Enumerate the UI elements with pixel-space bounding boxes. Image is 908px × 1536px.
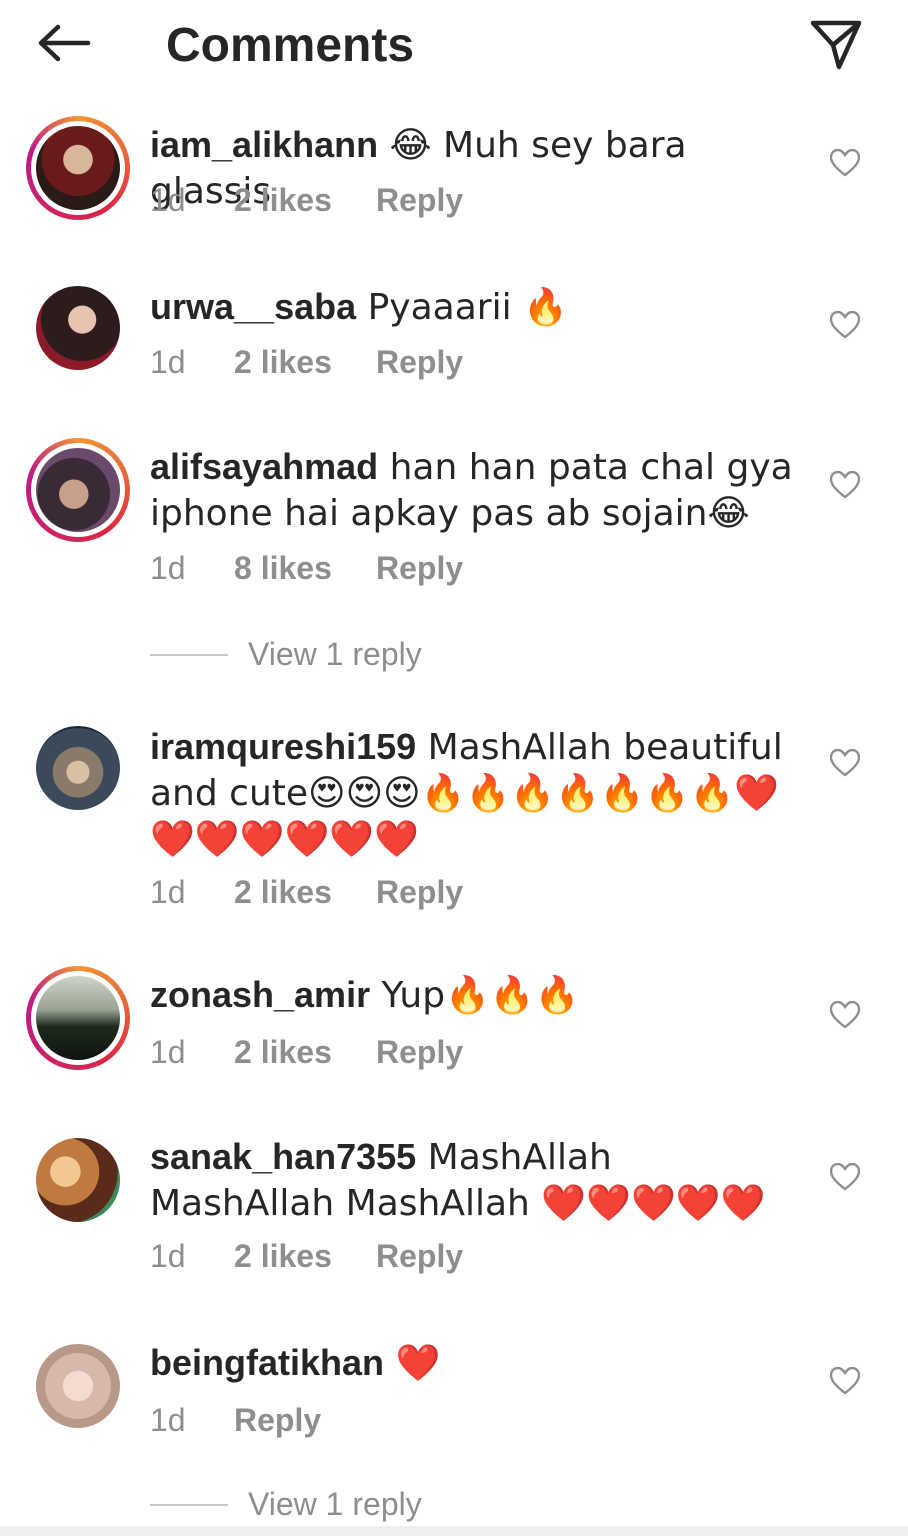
comment-time: 1d — [150, 1034, 186, 1070]
heart-outline-icon — [830, 1367, 860, 1395]
comment-username[interactable]: zonash_amir — [150, 974, 370, 1015]
comment-likes[interactable]: 8 likes — [234, 550, 376, 587]
comment-text: sanak_han7355 MashAllah MashAllah MashAl… — [150, 1134, 800, 1226]
view-replies-label: View 1 reply — [248, 636, 422, 672]
comment-time: 1d — [150, 1238, 186, 1274]
divider-line — [150, 1503, 228, 1506]
arrow-left-icon — [38, 24, 91, 62]
comment-text: beingfatikhan ❤️ — [150, 1340, 800, 1386]
heart-outline-icon — [830, 471, 860, 499]
comment-likes[interactable]: 2 likes — [234, 874, 376, 911]
like-button[interactable] — [826, 1158, 864, 1196]
avatar[interactable] — [36, 726, 120, 810]
comment-meta: 1d 2 likes Reply — [150, 874, 463, 911]
comment-time: 1d — [150, 344, 186, 380]
view-replies-button[interactable]: View 1 reply — [150, 636, 422, 673]
comment-meta: 1d 2 likes Reply — [150, 1238, 463, 1275]
comment-username[interactable]: alifsayahmad — [150, 446, 378, 487]
heart-outline-icon — [830, 1163, 860, 1191]
avatar[interactable] — [26, 966, 130, 1070]
reply-button[interactable]: Reply — [376, 550, 463, 587]
comment-meta: 1d 2 likes Reply — [150, 344, 463, 381]
comment-time: 1d — [150, 1402, 186, 1438]
bottom-edge — [0, 1526, 908, 1536]
like-button[interactable] — [826, 306, 864, 344]
comment-meta: 1d 2 likes Reply — [150, 1034, 463, 1071]
comment-username[interactable]: beingfatikhan — [150, 1342, 384, 1383]
comment-message: Yup🔥🔥🔥 — [370, 975, 580, 1016]
comment-text: iramqureshi159 MashAllah beautiful and c… — [150, 724, 800, 862]
reply-button[interactable]: Reply — [376, 1238, 463, 1275]
comment-username[interactable]: sanak_han7355 — [150, 1136, 416, 1177]
comment-text: zonash_amir Yup🔥🔥🔥 — [150, 972, 800, 1018]
comment-text: alifsayahmad han han pata chal gya iphon… — [150, 444, 800, 536]
like-button[interactable] — [826, 996, 864, 1034]
comment-message: Pyaaarii 🔥 — [356, 287, 568, 328]
comment-message: ❤️ — [384, 1343, 441, 1384]
share-button[interactable] — [806, 14, 866, 74]
comment-time: 1d — [150, 550, 186, 586]
comment-username[interactable]: urwa__saba — [150, 286, 356, 327]
avatar[interactable] — [36, 286, 120, 370]
comment-meta: 1d Reply — [150, 1402, 321, 1439]
heart-outline-icon — [830, 1001, 860, 1029]
reply-button[interactable]: Reply — [376, 182, 463, 219]
view-replies-button[interactable]: View 1 reply — [150, 1486, 422, 1523]
avatar[interactable] — [36, 1138, 120, 1222]
app-header: Comments — [0, 0, 908, 96]
comment-likes[interactable]: 2 likes — [234, 182, 376, 219]
comment-text: urwa__saba Pyaaarii 🔥 — [150, 284, 800, 330]
comment-meta: 1d 8 likes Reply — [150, 550, 463, 587]
like-button[interactable] — [826, 744, 864, 782]
back-button[interactable] — [34, 18, 94, 68]
view-replies-label: View 1 reply — [248, 1486, 422, 1522]
comment-username[interactable]: iramqureshi159 — [150, 726, 416, 767]
comment-username[interactable]: iam_alikhann — [150, 124, 378, 165]
comment-time: 1d — [150, 874, 186, 910]
reply-button[interactable]: Reply — [376, 1034, 463, 1071]
page-title: Comments — [166, 19, 415, 72]
avatar[interactable] — [26, 116, 130, 220]
like-button[interactable] — [826, 144, 864, 182]
reply-button[interactable]: Reply — [234, 1402, 321, 1439]
comment-likes[interactable]: 2 likes — [234, 1238, 376, 1275]
comment-time: 1d — [150, 182, 186, 218]
comment-likes[interactable]: 2 likes — [234, 344, 376, 381]
avatar[interactable] — [26, 438, 130, 542]
like-button[interactable] — [826, 466, 864, 504]
paper-plane-icon — [810, 20, 862, 70]
reply-button[interactable]: Reply — [376, 344, 463, 381]
heart-outline-icon — [830, 311, 860, 339]
like-button[interactable] — [826, 1362, 864, 1400]
heart-outline-icon — [830, 749, 860, 777]
heart-outline-icon — [830, 149, 860, 177]
reply-button[interactable]: Reply — [376, 874, 463, 911]
avatar[interactable] — [36, 1344, 120, 1428]
divider-line — [150, 653, 228, 656]
comment-likes[interactable]: 2 likes — [234, 1034, 376, 1071]
comment-meta: 1d 2 likes Reply — [150, 182, 463, 219]
